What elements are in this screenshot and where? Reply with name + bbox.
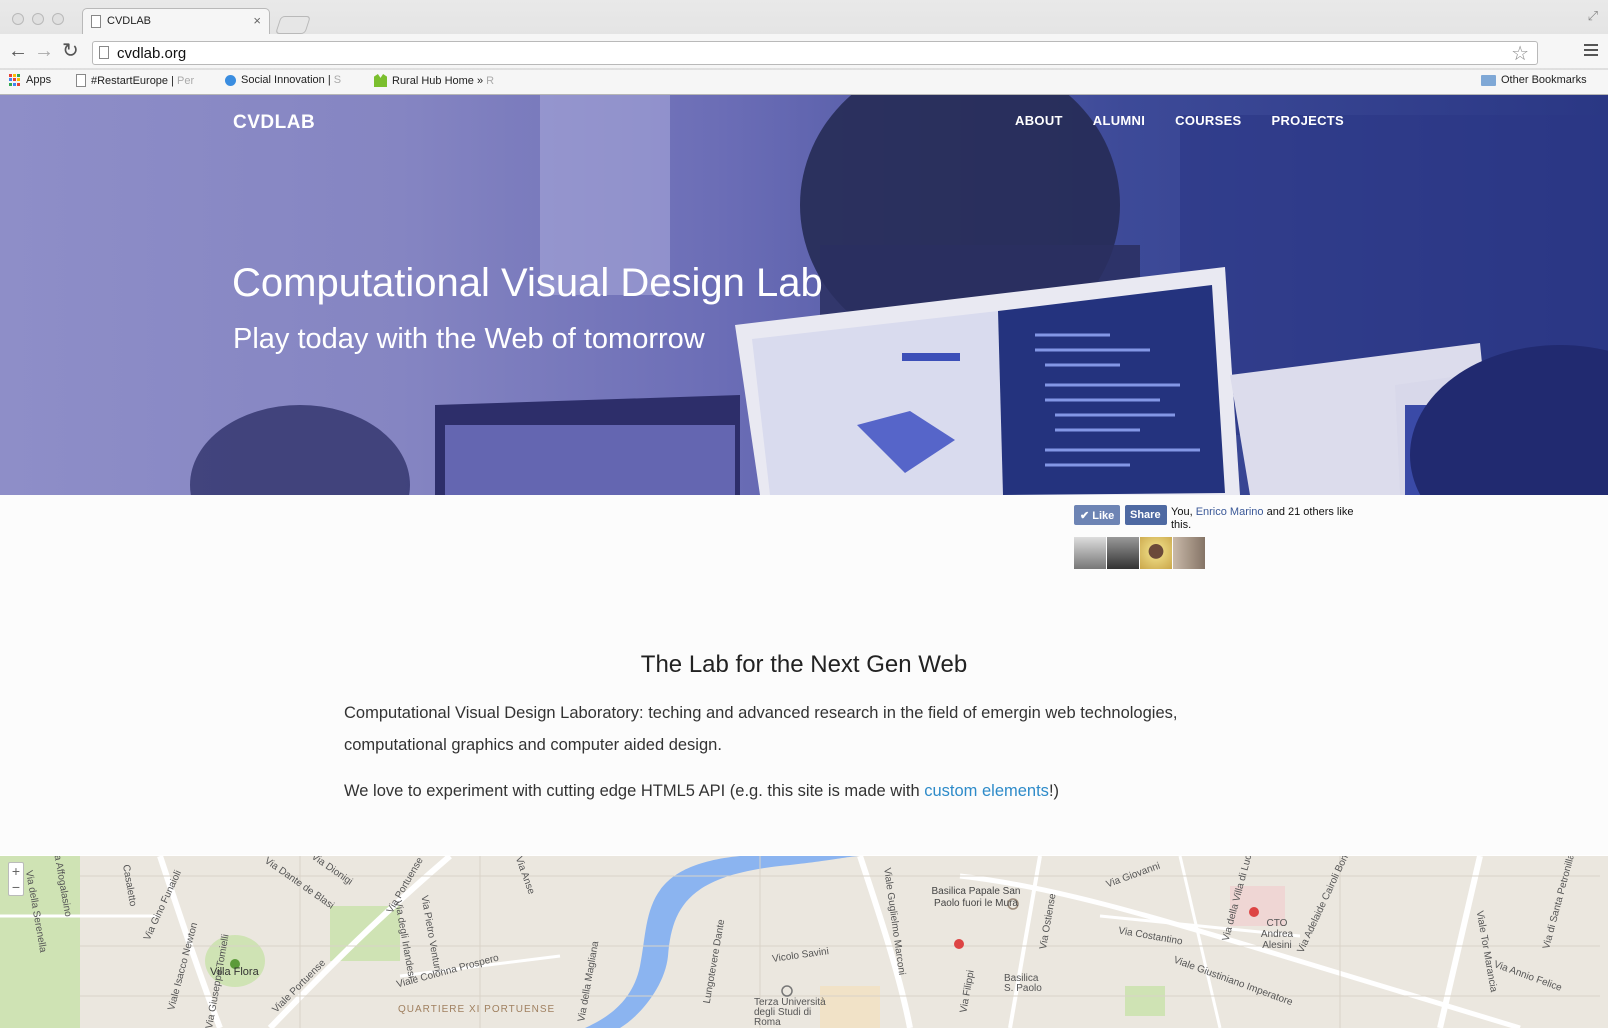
hero-banner: CVDLAB ABOUT ALUMNI COURSES PROJECTS Com…	[0, 95, 1608, 495]
friend-link[interactable]: Enrico Marino	[1196, 506, 1264, 518]
folder-icon	[1481, 74, 1496, 86]
map-label: Villa Flora	[210, 966, 259, 978]
avatar[interactable]	[1140, 537, 1172, 569]
main-content: The Lab for the Next Gen Web Computation…	[0, 495, 1608, 855]
hero-title: Computational Visual Design Lab	[232, 261, 823, 305]
browser-chrome: CVDLAB × ⤢ ← → ↻ ☆ Apps #RestartEurope |…	[0, 0, 1608, 95]
facebook-like-button[interactable]: ✔ Like	[1074, 505, 1120, 525]
custom-elements-link[interactable]: custom elements	[924, 782, 1049, 800]
map[interactable]: + − Via Affogalasino Via della Serenella…	[0, 856, 1608, 1028]
url-input[interactable]	[117, 44, 1497, 62]
facebook-like-text: You, Enrico Marino and 21 others like th…	[1171, 506, 1354, 531]
bookmark-label: Rural Hub Home » R	[392, 74, 495, 87]
zoom-out-button[interactable]: −	[9, 879, 23, 895]
back-arrow-icon[interactable]: ←	[8, 41, 28, 61]
browser-tab[interactable]: CVDLAB ×	[82, 8, 270, 34]
intro-paragraph: Computational Visual Design Laboratory: …	[344, 704, 1178, 754]
nav-projects[interactable]: PROJECTS	[1272, 113, 1344, 128]
page-icon	[99, 46, 109, 59]
page-icon	[91, 15, 101, 28]
apps-icon	[9, 74, 21, 86]
nav-courses[interactable]: COURSES	[1175, 113, 1241, 128]
bookmark-rural-hub[interactable]: Rural Hub Home » R	[374, 74, 494, 87]
page-icon	[76, 74, 86, 87]
friend-faces	[1074, 537, 1205, 569]
globe-icon	[225, 74, 236, 86]
new-tab-button[interactable]	[275, 16, 311, 34]
map-label: QUARTIERE XI PORTUENSE	[398, 1004, 556, 1015]
map-label: Terza Università degli Studi di Roma	[754, 997, 826, 1028]
menu-icon[interactable]	[1584, 44, 1598, 59]
avatar[interactable]	[1107, 537, 1139, 569]
tab-title: CVDLAB	[107, 15, 152, 27]
bookmark-label: #RestartEurope | Per	[91, 74, 195, 87]
hero-subtitle: Play today with the Web of tomorrow	[233, 323, 705, 355]
bookmark-label: Apps	[26, 74, 52, 86]
other-bookmarks[interactable]: Other Bookmarks	[1481, 74, 1587, 86]
map-label: Basilica S. Paolo	[1004, 973, 1042, 994]
facebook-share-button[interactable]: Share	[1125, 505, 1167, 525]
map-zoom-control[interactable]: + −	[8, 862, 24, 896]
zoom-window-button[interactable]	[52, 13, 64, 25]
address-bar[interactable]: ☆	[92, 41, 1538, 65]
site-nav: ABOUT ALUMNI COURSES PROJECTS	[1015, 113, 1344, 128]
bookmarks-bar: Apps #RestartEurope | Per Social Innovat…	[0, 70, 1608, 94]
tab-close-icon[interactable]: ×	[253, 13, 261, 28]
map-label: CTO Andrea Alesini	[1260, 918, 1294, 951]
rural-hub-icon	[374, 74, 387, 87]
bookmark-social-innovation[interactable]: Social Innovation | S	[225, 74, 341, 86]
html5-paragraph: We love to experiment with cutting edge …	[344, 782, 1060, 800]
section-title: The Lab for the Next Gen Web	[640, 651, 968, 678]
bookmark-label: Other Bookmarks	[1501, 74, 1587, 86]
reload-icon[interactable]: ↻	[62, 41, 79, 61]
bookmark-star-icon[interactable]: ☆	[1511, 41, 1529, 66]
bookmark-label: Social Innovation | S	[241, 74, 342, 86]
bookmark-restart-europe[interactable]: #RestartEurope | Per	[76, 74, 194, 87]
nav-alumni[interactable]: ALUMNI	[1093, 113, 1145, 128]
site-logo[interactable]: CVDLAB	[233, 112, 315, 134]
map-label: Basilica Papale San Paolo fuori le Mura	[931, 886, 1021, 909]
minimize-window-button[interactable]	[32, 13, 44, 25]
avatar[interactable]	[1074, 537, 1106, 569]
bookmark-apps[interactable]: Apps	[9, 74, 51, 86]
forward-arrow-icon[interactable]: →	[34, 41, 54, 61]
zoom-in-button[interactable]: +	[9, 863, 23, 879]
nav-about[interactable]: ABOUT	[1015, 113, 1063, 128]
close-window-button[interactable]	[12, 13, 24, 25]
avatar[interactable]	[1173, 537, 1205, 569]
fullscreen-icon[interactable]: ⤢	[1588, 8, 1598, 24]
